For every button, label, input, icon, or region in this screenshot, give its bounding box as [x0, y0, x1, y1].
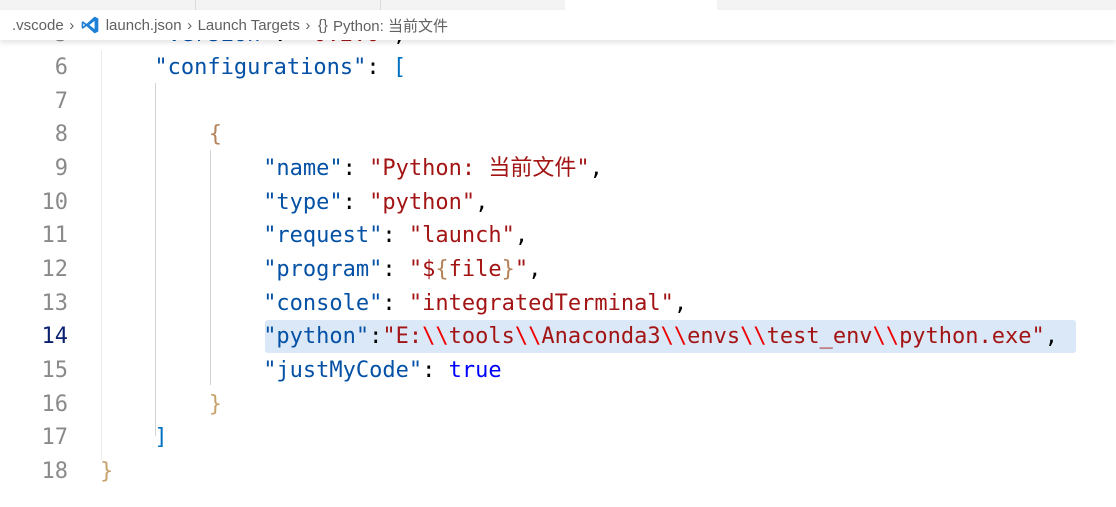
code-line: "request": "launch", — [263, 223, 529, 248]
code-line: "program": "${file}", — [263, 257, 542, 282]
tab-strip — [0, 0, 1116, 10]
active-tab[interactable] — [565, 0, 717, 10]
code-line: ] — [154, 425, 168, 450]
braces-icon: {} — [317, 16, 328, 34]
breadcrumb: .vscode › launch.json › Launch Targets ›… — [0, 10, 1116, 40]
code-line: "configurations": [ — [154, 55, 407, 80]
code-text[interactable]: "version": "0.2.0", "configurations": [ … — [0, 40, 1116, 507]
breadcrumb-section[interactable]: Launch Targets — [198, 17, 300, 34]
code-line: "console": "integratedTerminal", — [263, 291, 688, 316]
breadcrumb-folder[interactable]: .vscode — [12, 17, 64, 34]
code-line: } — [208, 392, 223, 417]
code-line: } — [100, 459, 114, 484]
chevron-right-icon: › — [187, 16, 193, 34]
tab-separator — [195, 0, 196, 10]
code-line: "name": "Python: 当前文件", — [263, 156, 603, 181]
code-editor[interactable]: 5 6 7 8 9 10 11 12 13 14 15 16 17 18 "ve… — [0, 40, 1116, 507]
breadcrumb-item[interactable]: Python: 当前文件 — [333, 15, 448, 36]
breadcrumb-file[interactable]: launch.json — [106, 17, 182, 34]
code-line: "type": "python", — [263, 190, 489, 215]
chevron-right-icon: › — [305, 16, 311, 34]
code-line: "justMyCode": true — [263, 358, 502, 383]
chevron-right-icon: › — [69, 16, 75, 34]
vscode-file-icon — [81, 16, 99, 34]
tab-separator — [380, 0, 381, 10]
code-line: { — [208, 122, 223, 147]
code-line: "version": "0.2.0", — [154, 40, 406, 52]
code-line: "python":"E:\\tools\\Anaconda3\\envs\\te… — [263, 324, 1059, 349]
